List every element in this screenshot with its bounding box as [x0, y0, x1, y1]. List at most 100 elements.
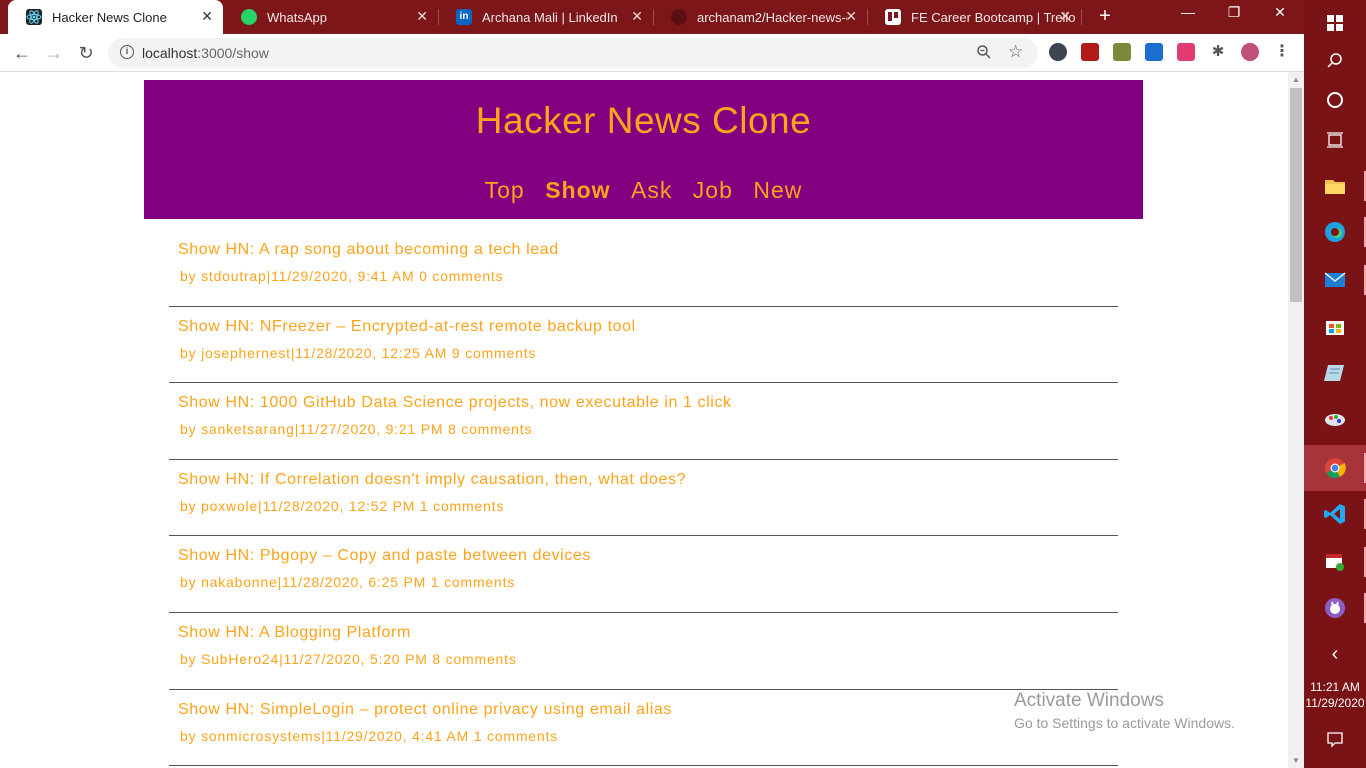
- tab-strip: Hacker News Clone ✕ WhatsApp ✕ in Archan…: [0, 0, 1304, 34]
- story-item: Show HN: If Correlation doesn't imply ca…: [169, 460, 1118, 537]
- story-title-link[interactable]: Show HN: Pbgopy – Copy and paste between…: [178, 547, 591, 565]
- story-title-link[interactable]: Show HN: 1000 GitHub Data Science projec…: [178, 394, 732, 412]
- tab-title: WhatsApp: [267, 9, 327, 25]
- github-icon: [671, 9, 687, 25]
- action-center-button[interactable]: [1304, 716, 1366, 762]
- close-tab-icon[interactable]: ✕: [416, 9, 428, 23]
- tab-linkedin[interactable]: in Archana Mali | LinkedIn ✕: [438, 0, 653, 34]
- story-meta: by SubHero24|11/27/2020, 5:20 PM 8 comme…: [180, 650, 517, 667]
- extension-pdf-icon[interactable]: [1177, 43, 1195, 61]
- extension-mail-icon[interactable]: [1049, 43, 1067, 61]
- bookmark-star-icon[interactable]: ☆: [1008, 42, 1023, 62]
- profile-avatar[interactable]: [1241, 43, 1259, 61]
- story-title-link[interactable]: Show HN: NFreezer – Encrypted-at-rest re…: [178, 318, 636, 336]
- new-tab-button[interactable]: +: [1093, 5, 1117, 28]
- address-bar[interactable]: i localhost:3000/show ☆: [108, 38, 1038, 68]
- story-title-link[interactable]: Show HN: A rap song about becoming a tec…: [178, 241, 559, 259]
- nav-job[interactable]: Job: [693, 177, 733, 204]
- tab-github[interactable]: archanam2/Hacker-news-cl ✕: [653, 0, 867, 34]
- paint-app-icon: [1324, 409, 1346, 431]
- scrollbar-thumb[interactable]: [1290, 88, 1302, 302]
- taskbar-edge[interactable]: [1304, 209, 1366, 255]
- tab-hacker-news-clone[interactable]: Hacker News Clone ✕: [8, 0, 223, 34]
- info-icon[interactable]: i: [120, 45, 134, 59]
- story-meta: by poxwole|11/28/2020, 12:52 PM 1 commen…: [180, 497, 505, 514]
- story-title-link[interactable]: Show HN: A Blogging Platform: [178, 624, 411, 642]
- windows-taskbar: ‹: [1304, 0, 1366, 768]
- vertical-scrollbar[interactable]: ▲ ▼: [1288, 72, 1304, 768]
- site-title: Hacker News Clone: [475, 100, 812, 141]
- url-path: :3000/show: [197, 45, 269, 61]
- taskbar-store[interactable]: [1304, 303, 1366, 349]
- story-item: Show HN: A rap song about becoming a tec…: [169, 230, 1118, 307]
- nav-ask[interactable]: Ask: [631, 177, 672, 204]
- search-icon: [1324, 50, 1346, 72]
- react-icon: [26, 9, 42, 25]
- windows-logo-icon: [1324, 12, 1346, 34]
- story-item: Show HN: SimpleLogin – protect online pr…: [169, 690, 1118, 767]
- close-tab-icon[interactable]: ✕: [1059, 9, 1071, 23]
- back-arrow-icon[interactable]: ←: [10, 41, 34, 65]
- taskbar-overflow-button[interactable]: ‹: [1304, 631, 1366, 677]
- zoom-icon[interactable]: [976, 44, 992, 64]
- extension-youtube-icon[interactable]: [1081, 43, 1099, 61]
- tab-title: FE Career Bootcamp | Trello: [911, 9, 1076, 25]
- story-item: Show HN: 1000 GitHub Data Science projec…: [169, 383, 1118, 460]
- reload-icon[interactable]: ↻: [74, 41, 98, 65]
- url-host: localhost: [142, 45, 198, 61]
- site-nav: Top Show Ask Job New: [144, 177, 1143, 204]
- tab-title: Archana Mali | LinkedIn: [482, 9, 618, 25]
- story-meta: by josephernest|11/28/2020, 12:25 AM 9 c…: [180, 344, 537, 361]
- url-text[interactable]: localhost:3000/show: [142, 45, 269, 61]
- whatsapp-icon: [241, 9, 257, 25]
- taskbar-github-desktop[interactable]: [1304, 585, 1366, 631]
- story-title-link[interactable]: Show HN: SimpleLogin – protect online pr…: [178, 701, 672, 719]
- extension-search-icon[interactable]: [1145, 43, 1163, 61]
- watermark-subtitle: Go to Settings to activate Windows.: [1014, 715, 1235, 731]
- trello-icon: [885, 9, 901, 25]
- taskbar-mail[interactable]: [1304, 257, 1366, 303]
- chrome-browser-icon: [1324, 457, 1346, 479]
- task-view-button[interactable]: [1304, 117, 1366, 163]
- close-tab-icon[interactable]: ✕: [631, 9, 643, 23]
- tab-title: archanam2/Hacker-news-cl: [697, 9, 847, 25]
- browser-toolbar: ← → ↻ i localhost:3000/show ☆ ✱ ⋮: [0, 34, 1304, 72]
- system-clock[interactable]: 11:21 AM 11/29/2020: [1304, 679, 1366, 711]
- story-list: Show HN: A rap song about becoming a tec…: [169, 230, 1118, 767]
- store-bag-icon: [1324, 315, 1346, 337]
- nav-show[interactable]: Show: [545, 177, 610, 204]
- clock-time: 11:21 AM: [1310, 680, 1360, 694]
- scroll-up-arrow-icon[interactable]: ▲: [1292, 75, 1300, 84]
- certificate-app-icon: [1324, 551, 1346, 573]
- nav-top[interactable]: Top: [485, 177, 525, 204]
- taskbar-vscode[interactable]: [1304, 491, 1366, 537]
- notification-icon: [1324, 728, 1346, 750]
- story-item: Show HN: A Blogging Platform by SubHero2…: [169, 613, 1118, 690]
- story-meta: by sanketsarang|11/27/2020, 9:21 PM 8 co…: [180, 421, 533, 438]
- taskbar-app-paint[interactable]: [1304, 397, 1366, 443]
- close-tab-icon[interactable]: ✕: [201, 9, 213, 23]
- tab-trello[interactable]: FE Career Bootcamp | Trello ✕: [867, 0, 1081, 34]
- watermark-title: Activate Windows: [1014, 690, 1164, 711]
- close-tab-icon[interactable]: ✕: [845, 9, 857, 23]
- forward-arrow-icon[interactable]: →: [42, 41, 66, 65]
- minimize-button[interactable]: —: [1165, 4, 1211, 20]
- menu-kebab-icon[interactable]: ⋮: [1273, 43, 1291, 61]
- vscode-icon: [1324, 503, 1346, 525]
- taskbar-chrome[interactable]: [1304, 445, 1366, 491]
- story-item: Show HN: Pbgopy – Copy and paste between…: [169, 536, 1118, 613]
- chevron-left-icon: ‹: [1331, 642, 1339, 665]
- restore-button[interactable]: ❐: [1211, 4, 1257, 21]
- cortana-circle-icon: [1324, 89, 1346, 111]
- nav-new[interactable]: New: [753, 177, 802, 204]
- extension-tv-icon[interactable]: [1113, 43, 1131, 61]
- scroll-down-arrow-icon[interactable]: ▼: [1292, 756, 1300, 765]
- taskbar-file-explorer[interactable]: [1304, 163, 1366, 209]
- taskbar-app-certificate[interactable]: [1304, 539, 1366, 585]
- story-meta: by nakabonne|11/28/2020, 6:25 PM 1 comme…: [180, 574, 516, 591]
- tab-whatsapp[interactable]: WhatsApp ✕: [223, 0, 438, 34]
- close-window-button[interactable]: ✕: [1257, 4, 1303, 21]
- taskbar-app-notes[interactable]: [1304, 350, 1366, 396]
- story-title-link[interactable]: Show HN: If Correlation doesn't imply ca…: [178, 471, 686, 489]
- extensions-puzzle-icon[interactable]: ✱: [1209, 43, 1227, 61]
